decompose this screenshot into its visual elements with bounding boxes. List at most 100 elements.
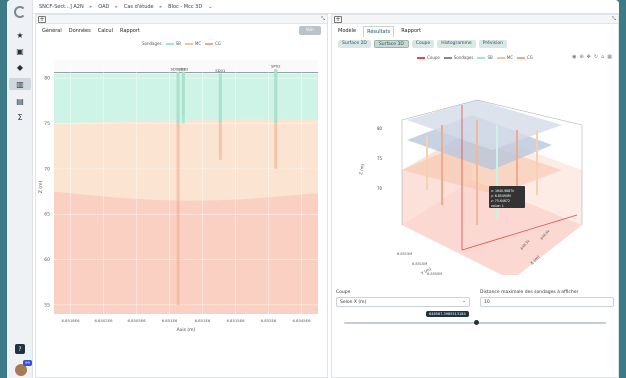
zoom-icon[interactable]: ⊕ (579, 54, 583, 60)
y-tick-label: 65 (44, 212, 50, 218)
band-cg (54, 191, 318, 314)
y-tick-label: 75 (44, 121, 50, 127)
x-axis-label: Axis (m) (177, 327, 196, 333)
panel-header: + ⤡ (332, 15, 618, 24)
coupe-controls: Coupe Selon X (m) ⌄ Distance maximale de… (336, 290, 614, 331)
app-window: SNCF-Sect...] A2N ▸ OAD ▸ Cas d'étude ▸ … (7, 0, 619, 378)
rotate-icon[interactable]: ↻ (594, 54, 598, 60)
breadcrumb-separator: ▸ (115, 3, 118, 10)
sidebar: ★ ▣ ◆ ▥ ▤ Σ ? 99 (7, 0, 33, 378)
z-tick: 70 (377, 186, 383, 191)
borehole-sb-segment (181, 71, 185, 124)
result-subtabs: Surface 2D Surface 3D Coupe Histogramme … (332, 38, 618, 50)
z-tick: 75 (377, 156, 383, 161)
chevron-down-icon[interactable]: ⌄ (462, 299, 466, 304)
z-tick: 80 (377, 126, 383, 131)
chart-legend: Sondages SB MC CG (36, 38, 327, 48)
z-axis-label: Z (m) (358, 163, 365, 175)
breadcrumb-separator: ▸ (89, 3, 93, 10)
star-icon[interactable]: ★ (15, 30, 25, 40)
plot-toolbar: ◉ ⊕ ✥ ↻ ⌂ ▦ (572, 54, 612, 60)
map-icon[interactable]: ▣ (15, 46, 25, 56)
subtab-histogramme[interactable]: Histogramme (437, 40, 476, 48)
breadcrumb-module[interactable]: OAD (98, 4, 109, 10)
plotly-logo-icon[interactable]: ▦ (607, 54, 612, 60)
breadcrumb-separator: ▸ (159, 3, 163, 10)
coupe-select-value: Selon X (m) (340, 300, 367, 305)
help-icon[interactable]: ? (15, 344, 25, 354)
borehole-label: SD02 (178, 66, 189, 71)
camera-icon[interactable]: ◉ (572, 54, 576, 60)
legend-item-coupe[interactable]: Coupe (417, 55, 440, 60)
3d-surface-plot[interactable]: 80 75 70 Z (m) Y (m) X (m) 6.8515M 6.851… (332, 75, 618, 275)
tab-rapport[interactable]: Rapport (401, 26, 421, 36)
tab-general[interactable]: Général (42, 26, 62, 36)
tooltip-line: x: 1640.9887k (491, 189, 514, 193)
distance-input[interactable]: 10 (480, 297, 614, 307)
y-axis-label: Z (m) (38, 181, 44, 194)
expand-icon[interactable]: ⤡ (321, 16, 325, 22)
subtab-coupe[interactable]: Coupe (411, 40, 435, 48)
tooltip-line: value: 1 (491, 204, 504, 208)
x-tick-label: 6.8545E6 (292, 318, 311, 323)
chevron-down-icon[interactable]: ⌄ (208, 4, 212, 10)
y-tick-label: 70 (44, 166, 50, 172)
x-tick-label: 6.8518E6 (61, 318, 80, 323)
y-tick: 6.8515M (397, 252, 412, 256)
x-tick-label: 6.8502E6 (94, 318, 113, 323)
subtab-prevision[interactable]: Prévision (478, 40, 507, 48)
x-tick-label: 6.8515E6 (226, 318, 245, 323)
tooltip-line: z: 75.64672 (491, 199, 510, 203)
tab-donnees[interactable]: Données (69, 26, 91, 36)
breadcrumb-project[interactable]: SNCF-Sect...] A2N (39, 4, 84, 10)
notification-badge: 99 (23, 360, 32, 366)
left-panel: + ⤡ Général Données Calcul Rapport Voir … (35, 14, 328, 378)
expand-icon[interactable]: ⤡ (612, 16, 616, 22)
tab-calcul[interactable]: Calcul (98, 26, 113, 36)
add-panel-icon[interactable]: + (334, 16, 342, 23)
tab-modele[interactable]: Modèle (338, 26, 356, 36)
x-tick-label: 6.851E6 (195, 318, 211, 323)
distance-label: Distance maximale des sondages à affiche… (480, 290, 579, 295)
subtab-surface-3d[interactable]: Surface 3D (373, 40, 409, 48)
legend-item-sondages[interactable]: Sondages (443, 55, 473, 60)
band-mc (54, 119, 318, 201)
legend-item-mc[interactable]: MC (184, 41, 201, 46)
coupe-label: Coupe (336, 290, 351, 295)
legend-item-sb[interactable]: SB (477, 55, 493, 60)
subtab-surface-2d[interactable]: Surface 2D (338, 40, 371, 48)
pan-icon[interactable]: ✥ (587, 54, 591, 60)
chart-icon[interactable]: ▥ (9, 78, 31, 90)
borehole-sb-segment (176, 71, 180, 124)
legend-item-cg[interactable]: CG (517, 55, 533, 60)
add-panel-icon[interactable]: + (38, 16, 46, 23)
legend-item-mc[interactable]: MC (496, 55, 513, 60)
tab-resultats[interactable]: Résultats (363, 25, 395, 37)
slider-thumb[interactable] (473, 320, 479, 325)
x-tick-label: 6.851E6 (162, 318, 178, 323)
sum-icon[interactable]: Σ (15, 112, 25, 122)
y-tick-label: 55 (44, 302, 50, 308)
legend-item-sb[interactable]: SB (165, 41, 181, 46)
y-tick-label: 60 (44, 257, 50, 263)
legend-title: Sondages (141, 40, 162, 46)
home-icon[interactable]: ⌂ (601, 54, 604, 60)
x-tick-label: 6.852E6 (261, 318, 277, 323)
breadcrumb-study[interactable]: Cas d'étude (124, 4, 154, 10)
run-button[interactable]: Voir (299, 26, 321, 35)
tab-rapport[interactable]: Rapport (120, 26, 140, 36)
table-icon[interactable]: ▤ (15, 96, 25, 106)
y-tick: 6.8510M (412, 262, 427, 266)
app-logo[interactable] (14, 6, 26, 18)
top-breadcrumb-bar: SNCF-Sect...] A2N ▸ OAD ▸ Cas d'étude ▸ … (7, 0, 619, 14)
panel-header: + ⤡ (36, 15, 327, 24)
x-tick-label: 6.8505E6 (127, 318, 146, 323)
borehole-sb-segment (218, 73, 222, 124)
breadcrumb-model[interactable]: Bloc - Mcc 3D (168, 4, 202, 10)
cross-section-chart[interactable]: 80 75 70 65 60 55 6.8518E6 6.8502E6 6.8505E6 6.85… (36, 48, 327, 348)
coupe-select[interactable]: Selon X (m) ⌄ (336, 297, 470, 307)
borehole-label: SD01 (215, 68, 226, 73)
legend-item-cg[interactable]: CG (205, 41, 221, 46)
coupe-slider[interactable]: 648567.3985513184 (336, 311, 614, 331)
layers-icon[interactable]: ◆ (15, 62, 25, 72)
